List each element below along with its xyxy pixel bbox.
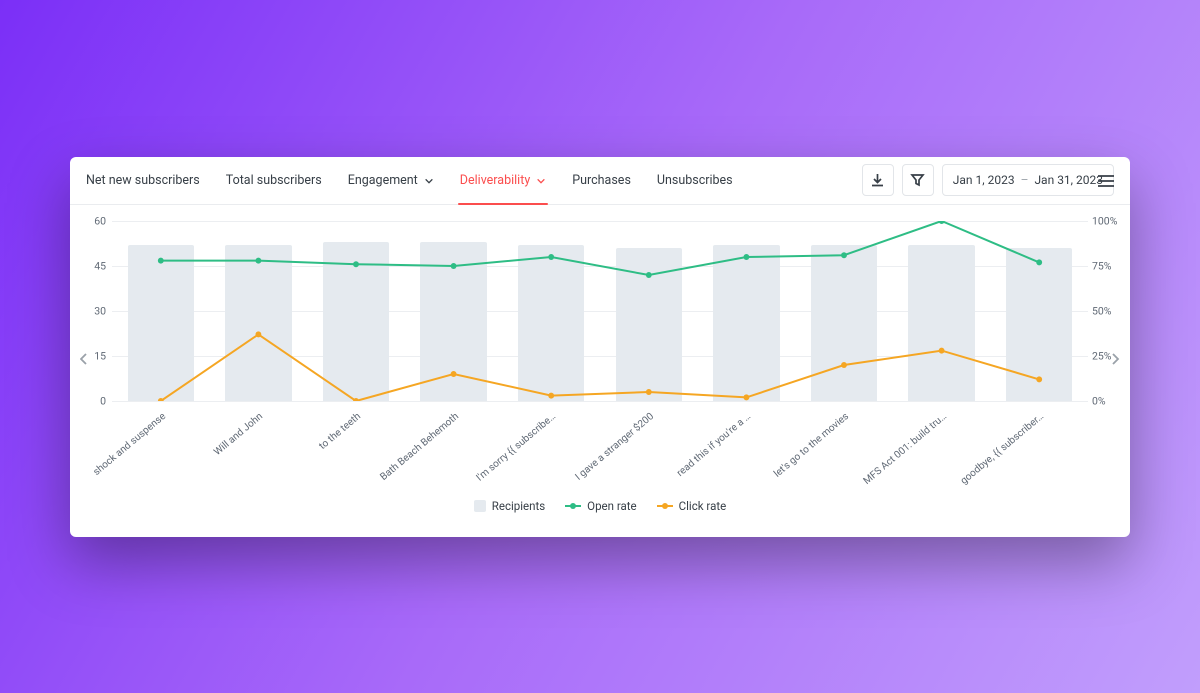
bar-slot xyxy=(307,221,405,401)
x-axis-labels: shock and suspenseWill and Johnto the te… xyxy=(112,405,1088,495)
legend-swatch xyxy=(657,505,673,507)
legend: Recipients Open rate Click rate xyxy=(106,499,1094,513)
y-right-tick: 100% xyxy=(1092,214,1124,227)
tab-total[interactable]: Total subscribers xyxy=(226,156,322,204)
legend-label: Open rate xyxy=(587,499,636,513)
tab-engagement[interactable]: Engagement xyxy=(348,156,434,204)
y-left-tick: 45 xyxy=(82,259,106,272)
filter-button[interactable] xyxy=(902,164,934,196)
bar-slot xyxy=(112,221,210,401)
filter-icon xyxy=(910,173,925,188)
recipients-bar[interactable] xyxy=(128,245,194,401)
y-left-tick: 15 xyxy=(82,349,106,362)
date-start: Jan 1, 2023 xyxy=(953,173,1015,187)
gridline xyxy=(112,401,1088,402)
recipients-bar[interactable] xyxy=(908,245,974,401)
bar-slot xyxy=(502,221,600,401)
tab-strip: Net new subscribers Total subscribers En… xyxy=(86,156,854,204)
tab-label: Unsubscribes xyxy=(657,173,733,188)
bar-slot xyxy=(893,221,991,401)
topbar: Net new subscribers Total subscribers En… xyxy=(70,157,1130,205)
legend-swatch xyxy=(565,505,581,507)
y-left-tick: 0 xyxy=(82,394,106,407)
chevron-down-icon xyxy=(424,175,434,185)
y-left-tick: 60 xyxy=(82,214,106,227)
legend-item-click-rate[interactable]: Click rate xyxy=(657,499,727,513)
tab-net-new[interactable]: Net new subscribers xyxy=(86,156,200,204)
recipients-bar[interactable] xyxy=(616,248,682,401)
tab-unsubscribes[interactable]: Unsubscribes xyxy=(657,156,733,204)
bar-slot xyxy=(405,221,503,401)
recipients-bar[interactable] xyxy=(811,245,877,401)
download-button[interactable] xyxy=(862,164,894,196)
tab-label: Engagement xyxy=(348,173,418,188)
y-right-tick: 0% xyxy=(1092,394,1124,407)
tab-label: Net new subscribers xyxy=(86,173,200,188)
bar-slot xyxy=(600,221,698,401)
recipients-bar[interactable] xyxy=(323,242,389,401)
legend-item-recipients[interactable]: Recipients xyxy=(474,499,545,513)
tab-label: Total subscribers xyxy=(226,173,322,188)
date-range-picker[interactable]: Jan 1, 2023 – Jan 31, 2023 xyxy=(942,164,1114,196)
y-left-tick: 30 xyxy=(82,304,106,317)
y-right-tick: 75% xyxy=(1092,259,1124,272)
y-right-tick: 50% xyxy=(1092,304,1124,317)
legend-item-open-rate[interactable]: Open rate xyxy=(565,499,636,513)
tab-deliverability[interactable]: Deliverability xyxy=(460,156,546,204)
recipients-bar[interactable] xyxy=(225,245,291,401)
recipients-bar[interactable] xyxy=(420,242,486,401)
legend-label: Click rate xyxy=(679,499,727,513)
tab-purchases[interactable]: Purchases xyxy=(572,156,631,204)
analytics-card: Net new subscribers Total subscribers En… xyxy=(70,157,1130,537)
menu-icon xyxy=(1097,174,1115,188)
chart-area: 0153045600%25%50%75%100% shock and suspe… xyxy=(70,205,1130,513)
legend-label: Recipients xyxy=(492,499,545,513)
bar-slot xyxy=(990,221,1088,401)
bar-slot xyxy=(698,221,796,401)
chevron-down-icon xyxy=(536,175,546,185)
tab-label: Purchases xyxy=(572,173,631,188)
card-menu-button[interactable] xyxy=(1090,165,1122,197)
bar-slot xyxy=(795,221,893,401)
legend-swatch xyxy=(474,500,486,512)
recipients-bar[interactable] xyxy=(713,245,779,401)
download-icon xyxy=(870,173,885,188)
date-dash: – xyxy=(1021,173,1029,187)
recipients-bar[interactable] xyxy=(518,245,584,401)
recipients-bar[interactable] xyxy=(1006,248,1072,401)
bar-slot xyxy=(210,221,308,401)
tab-label: Deliverability xyxy=(460,173,530,188)
